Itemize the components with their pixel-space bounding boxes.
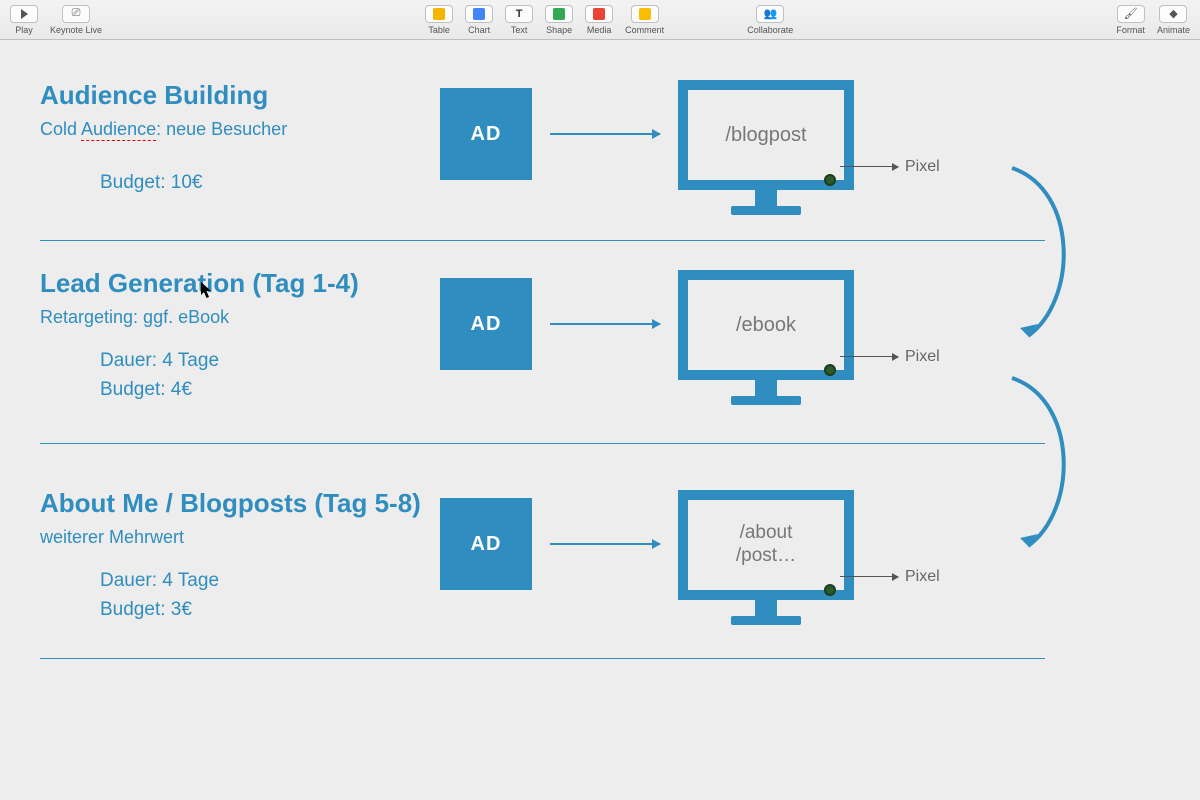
arrow-icon: [550, 133, 660, 135]
format-button[interactable]: 🖌 Format: [1116, 5, 1145, 35]
app-toolbar: Play Keynote Live Table Chart TText Shape Me…: [0, 0, 1200, 40]
pixel-label: Pixel: [905, 568, 940, 586]
divider: [40, 240, 1045, 241]
toolbar-left-group: Play Keynote Live: [10, 5, 102, 35]
flow-arrow-icon: [1000, 160, 1090, 350]
monitor-icon: /blogpost: [678, 80, 854, 215]
pixel-pointer: [840, 576, 898, 577]
divider: [40, 658, 1045, 659]
toolbar-chart-button[interactable]: Chart: [465, 5, 493, 35]
media-icon: [593, 8, 605, 20]
ad-block: AD: [440, 498, 532, 590]
animate-button[interactable]: ◆ Animate: [1157, 5, 1190, 35]
keynote-live-button[interactable]: Keynote Live: [50, 5, 102, 35]
play-icon: [21, 9, 28, 19]
toolbar-right-group: 🖌 Format ◆ Animate: [1116, 5, 1190, 35]
section-about-me: About Me / Blogposts (Tag 5-8) weiterer …: [40, 488, 1160, 625]
toolbar-comment-button[interactable]: Comment: [625, 5, 664, 35]
keynote-live-label: Keynote Live: [50, 25, 102, 35]
cursor-icon: [201, 282, 213, 299]
toolbar-collab-group: 👥 Collaborate: [747, 5, 793, 35]
monitor-icon: /about /post…: [678, 490, 854, 625]
ad-block: AD: [440, 88, 532, 180]
toolbar-media-button[interactable]: Media: [585, 5, 613, 35]
pixel-dot-icon: [824, 364, 836, 376]
section-details: Dauer: 4 Tage Budget: 3€: [100, 566, 1160, 625]
monitor-icon: /ebook: [678, 270, 854, 405]
pixel-dot-icon: [824, 174, 836, 186]
toolbar-shape-button[interactable]: Shape: [545, 5, 573, 35]
pixel-label: Pixel: [905, 158, 940, 176]
arrow-icon: [550, 543, 660, 545]
toolbar-table-button[interactable]: Table: [425, 5, 453, 35]
section-subtitle: Cold Audience: neue Besucher: [40, 119, 1160, 140]
pixel-pointer: [840, 166, 898, 167]
pixel-pointer: [840, 356, 898, 357]
chart-icon: [473, 8, 485, 20]
comment-icon: [639, 8, 651, 20]
shape-icon: [553, 8, 565, 20]
flow-arrow-icon: [1000, 370, 1090, 560]
monitor-screen: /ebook: [678, 270, 854, 380]
toolbar-center-group: Table Chart TText Shape Media Comment: [425, 5, 664, 35]
pixel-dot-icon: [824, 584, 836, 596]
section-title: Audience Building: [40, 80, 1160, 111]
brush-icon: 🖌: [1117, 5, 1145, 23]
play-label: Play: [15, 25, 33, 35]
monitor-screen: /about /post…: [678, 490, 854, 600]
pixel-label: Pixel: [905, 348, 940, 366]
toolbar-text-button[interactable]: TText: [505, 5, 533, 35]
broadcast-icon: [72, 7, 81, 20]
section-title: About Me / Blogposts (Tag 5-8): [40, 488, 1160, 519]
play-button[interactable]: Play: [10, 5, 38, 35]
ad-block: AD: [440, 278, 532, 370]
monitor-screen: /blogpost: [678, 80, 854, 190]
collaborate-button[interactable]: 👥 Collaborate: [747, 5, 793, 35]
arrow-icon: [550, 323, 660, 325]
section-audience-building: Audience Building Cold Audience: neue Be…: [40, 80, 1160, 197]
divider: [40, 443, 1045, 444]
diamond-icon: ◆: [1159, 5, 1187, 23]
table-icon: [433, 8, 445, 20]
collaborate-label: Collaborate: [747, 25, 793, 35]
slide-canvas[interactable]: Audience Building Cold Audience: neue Be…: [0, 40, 1200, 800]
